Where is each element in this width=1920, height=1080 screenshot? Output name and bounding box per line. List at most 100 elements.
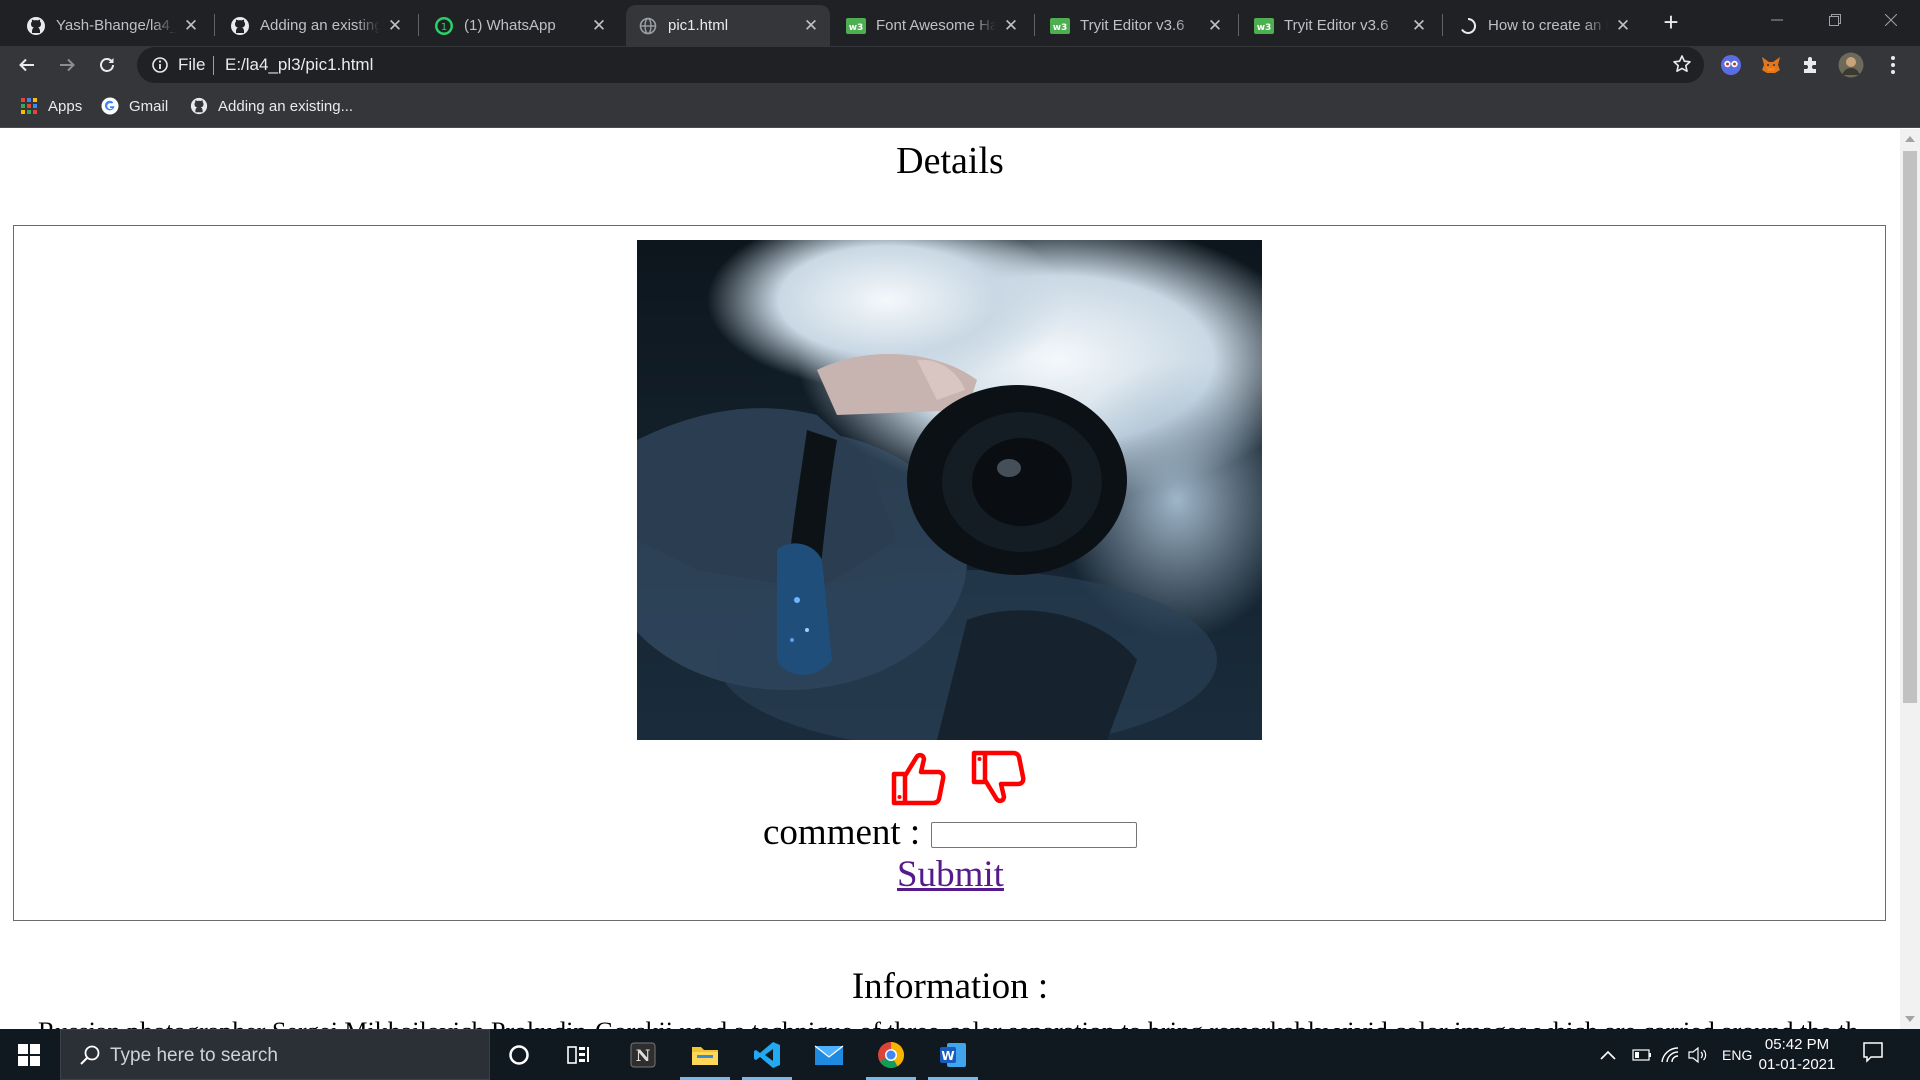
w3schools-icon: w3 <box>1254 16 1274 36</box>
forward-arrow-icon[interactable] <box>52 50 82 80</box>
minimize-icon[interactable] <box>1746 0 1808 40</box>
close-icon[interactable]: ✕ <box>590 16 608 36</box>
tab-separator <box>1238 14 1239 36</box>
tab-separator <box>1034 14 1035 36</box>
browser-toolbar: File E:/la4_pl3/pic1.html <box>0 46 1920 84</box>
battery-icon[interactable] <box>1632 1029 1652 1080</box>
windows-start-icon[interactable] <box>0 1029 58 1080</box>
language-indicator[interactable]: ENG <box>1722 1029 1752 1080</box>
bookmark-adding-existing[interactable]: Adding an existing... <box>190 94 353 118</box>
github-icon <box>230 16 250 36</box>
tab-title: Font Awesome Hand Icons <box>876 17 996 34</box>
svg-text:w3: w3 <box>1053 23 1068 33</box>
bookmark-apps[interactable]: Apps <box>20 94 82 118</box>
address-separator <box>213 56 214 75</box>
comment-input[interactable] <box>931 822 1137 848</box>
svg-text:w3: w3 <box>849 23 864 33</box>
reload-icon[interactable] <box>92 50 122 80</box>
tab-separator <box>418 14 419 36</box>
w3schools-icon: w3 <box>846 16 866 36</box>
tab-font-awesome[interactable]: w3 Font Awesome Hand Icons ✕ <box>834 5 1030 46</box>
google-icon <box>101 97 119 115</box>
chrome-icon[interactable] <box>862 1029 920 1080</box>
scroll-up-arrow-icon[interactable] <box>1905 136 1915 142</box>
taskbar-clock[interactable]: 05:42 PM 01-01-2021 <box>1754 1035 1840 1075</box>
back-arrow-icon[interactable] <box>12 50 42 80</box>
extensions-puzzle-icon[interactable] <box>1798 52 1824 78</box>
notion-icon[interactable]: N <box>614 1029 672 1080</box>
notification-icon[interactable] <box>1862 1041 1884 1068</box>
submit-link[interactable]: Submit <box>14 853 1887 896</box>
wifi-icon[interactable] <box>1660 1029 1680 1080</box>
thumbs-up-icon[interactable] <box>890 748 946 808</box>
bookmark-label: Adding an existing... <box>218 97 354 115</box>
scroll-down-arrow-icon[interactable] <box>1905 1016 1915 1022</box>
close-icon[interactable]: ✕ <box>1206 16 1224 36</box>
vscode-icon[interactable] <box>738 1029 796 1080</box>
tab-whatsapp[interactable]: 1 (1) WhatsApp ✕ <box>422 5 618 46</box>
page-title: Details <box>896 140 1004 182</box>
metamask-fox-icon[interactable] <box>1758 52 1784 78</box>
tab-github-adding[interactable]: Adding an existing project to GitHub ✕ <box>218 5 414 46</box>
scheme-label: File <box>178 55 206 74</box>
task-view-icon[interactable] <box>550 1029 608 1080</box>
tab-separator <box>214 14 215 36</box>
search-icon <box>79 1044 101 1071</box>
windows-taskbar: Type here to search N W ENG 05:42 PM 01-… <box>0 1029 1920 1080</box>
tab-tryit-2[interactable]: w3 Tryit Editor v3.6 ✕ <box>1242 5 1438 46</box>
search-placeholder: Type here to search <box>110 1045 278 1066</box>
word-icon[interactable]: W <box>924 1029 982 1080</box>
page-scrollbar[interactable] <box>1900 129 1920 1029</box>
bookmark-gmail[interactable]: Gmail <box>101 94 168 118</box>
tab-pic1-active[interactable]: pic1.html ✕ <box>626 5 830 46</box>
new-tab-button[interactable]: + <box>1656 8 1686 38</box>
loading-icon <box>1458 16 1478 36</box>
tab-separator <box>1442 14 1443 36</box>
file-explorer-icon[interactable] <box>676 1029 734 1080</box>
bookmark-label: Apps <box>48 97 83 115</box>
svg-text:N: N <box>636 1046 651 1065</box>
tab-how-to-create[interactable]: How to create an HTML ✕ <box>1446 5 1642 46</box>
github-icon <box>190 97 208 115</box>
close-icon[interactable]: ✕ <box>182 16 200 36</box>
details-card: comment : Submit <box>13 225 1886 921</box>
svg-text:W: W <box>941 1049 954 1063</box>
github-icon <box>26 16 46 36</box>
close-icon[interactable]: ✕ <box>1410 16 1428 36</box>
close-icon[interactable]: ✕ <box>386 16 404 36</box>
page-viewport: Details comment: Submit Information: <box>0 129 1900 1029</box>
close-icon[interactable]: ✕ <box>802 16 820 36</box>
whatsapp-icon: 1 <box>434 16 454 36</box>
comment-label: comment : <box>763 812 921 853</box>
scroll-thumb[interactable] <box>1903 151 1917 703</box>
tab-title: pic1.html <box>668 17 729 34</box>
mail-icon[interactable] <box>800 1029 858 1080</box>
profile-avatar[interactable] <box>1838 52 1864 78</box>
tab-strip: Yash-Bhange/la4_pl3 ✕ Adding an existing… <box>0 0 1920 46</box>
camera-photo <box>637 240 1262 740</box>
tab-title: Yash-Bhange/la4_pl3 <box>56 17 176 34</box>
tab-title: (1) WhatsApp <box>464 17 556 34</box>
address-bar[interactable]: File E:/la4_pl3/pic1.html <box>137 47 1704 83</box>
volume-icon[interactable] <box>1688 1029 1708 1080</box>
close-window-icon[interactable] <box>1860 0 1920 40</box>
tab-title: How to create an HTML <box>1488 17 1608 34</box>
taskbar-search-box[interactable]: Type here to search <box>60 1029 490 1080</box>
cortana-icon[interactable] <box>490 1029 548 1080</box>
url-text[interactable]: E:/la4_pl3/pic1.html <box>225 55 373 75</box>
svg-text:1: 1 <box>441 22 447 33</box>
close-icon[interactable]: ✕ <box>1002 16 1020 36</box>
bookmark-star-icon[interactable] <box>1672 54 1692 79</box>
close-icon[interactable]: ✕ <box>1614 16 1632 36</box>
restore-icon[interactable] <box>1804 0 1866 40</box>
tab-github-repo[interactable]: Yash-Bhange/la4_pl3 ✕ <box>14 5 210 46</box>
info-icon[interactable] <box>151 56 169 79</box>
tab-title: Adding an existing project to GitHub <box>260 17 380 34</box>
tab-tryit-1[interactable]: w3 Tryit Editor v3.6 ✕ <box>1038 5 1234 46</box>
menu-kebab-icon[interactable] <box>1880 52 1906 78</box>
svg-text:w3: w3 <box>1257 23 1272 33</box>
tray-chevron-up-icon[interactable] <box>1600 1029 1616 1080</box>
bookmark-label: Gmail <box>129 97 169 115</box>
extension-owl-icon[interactable] <box>1718 52 1744 78</box>
thumbs-down-icon[interactable] <box>970 748 1026 808</box>
